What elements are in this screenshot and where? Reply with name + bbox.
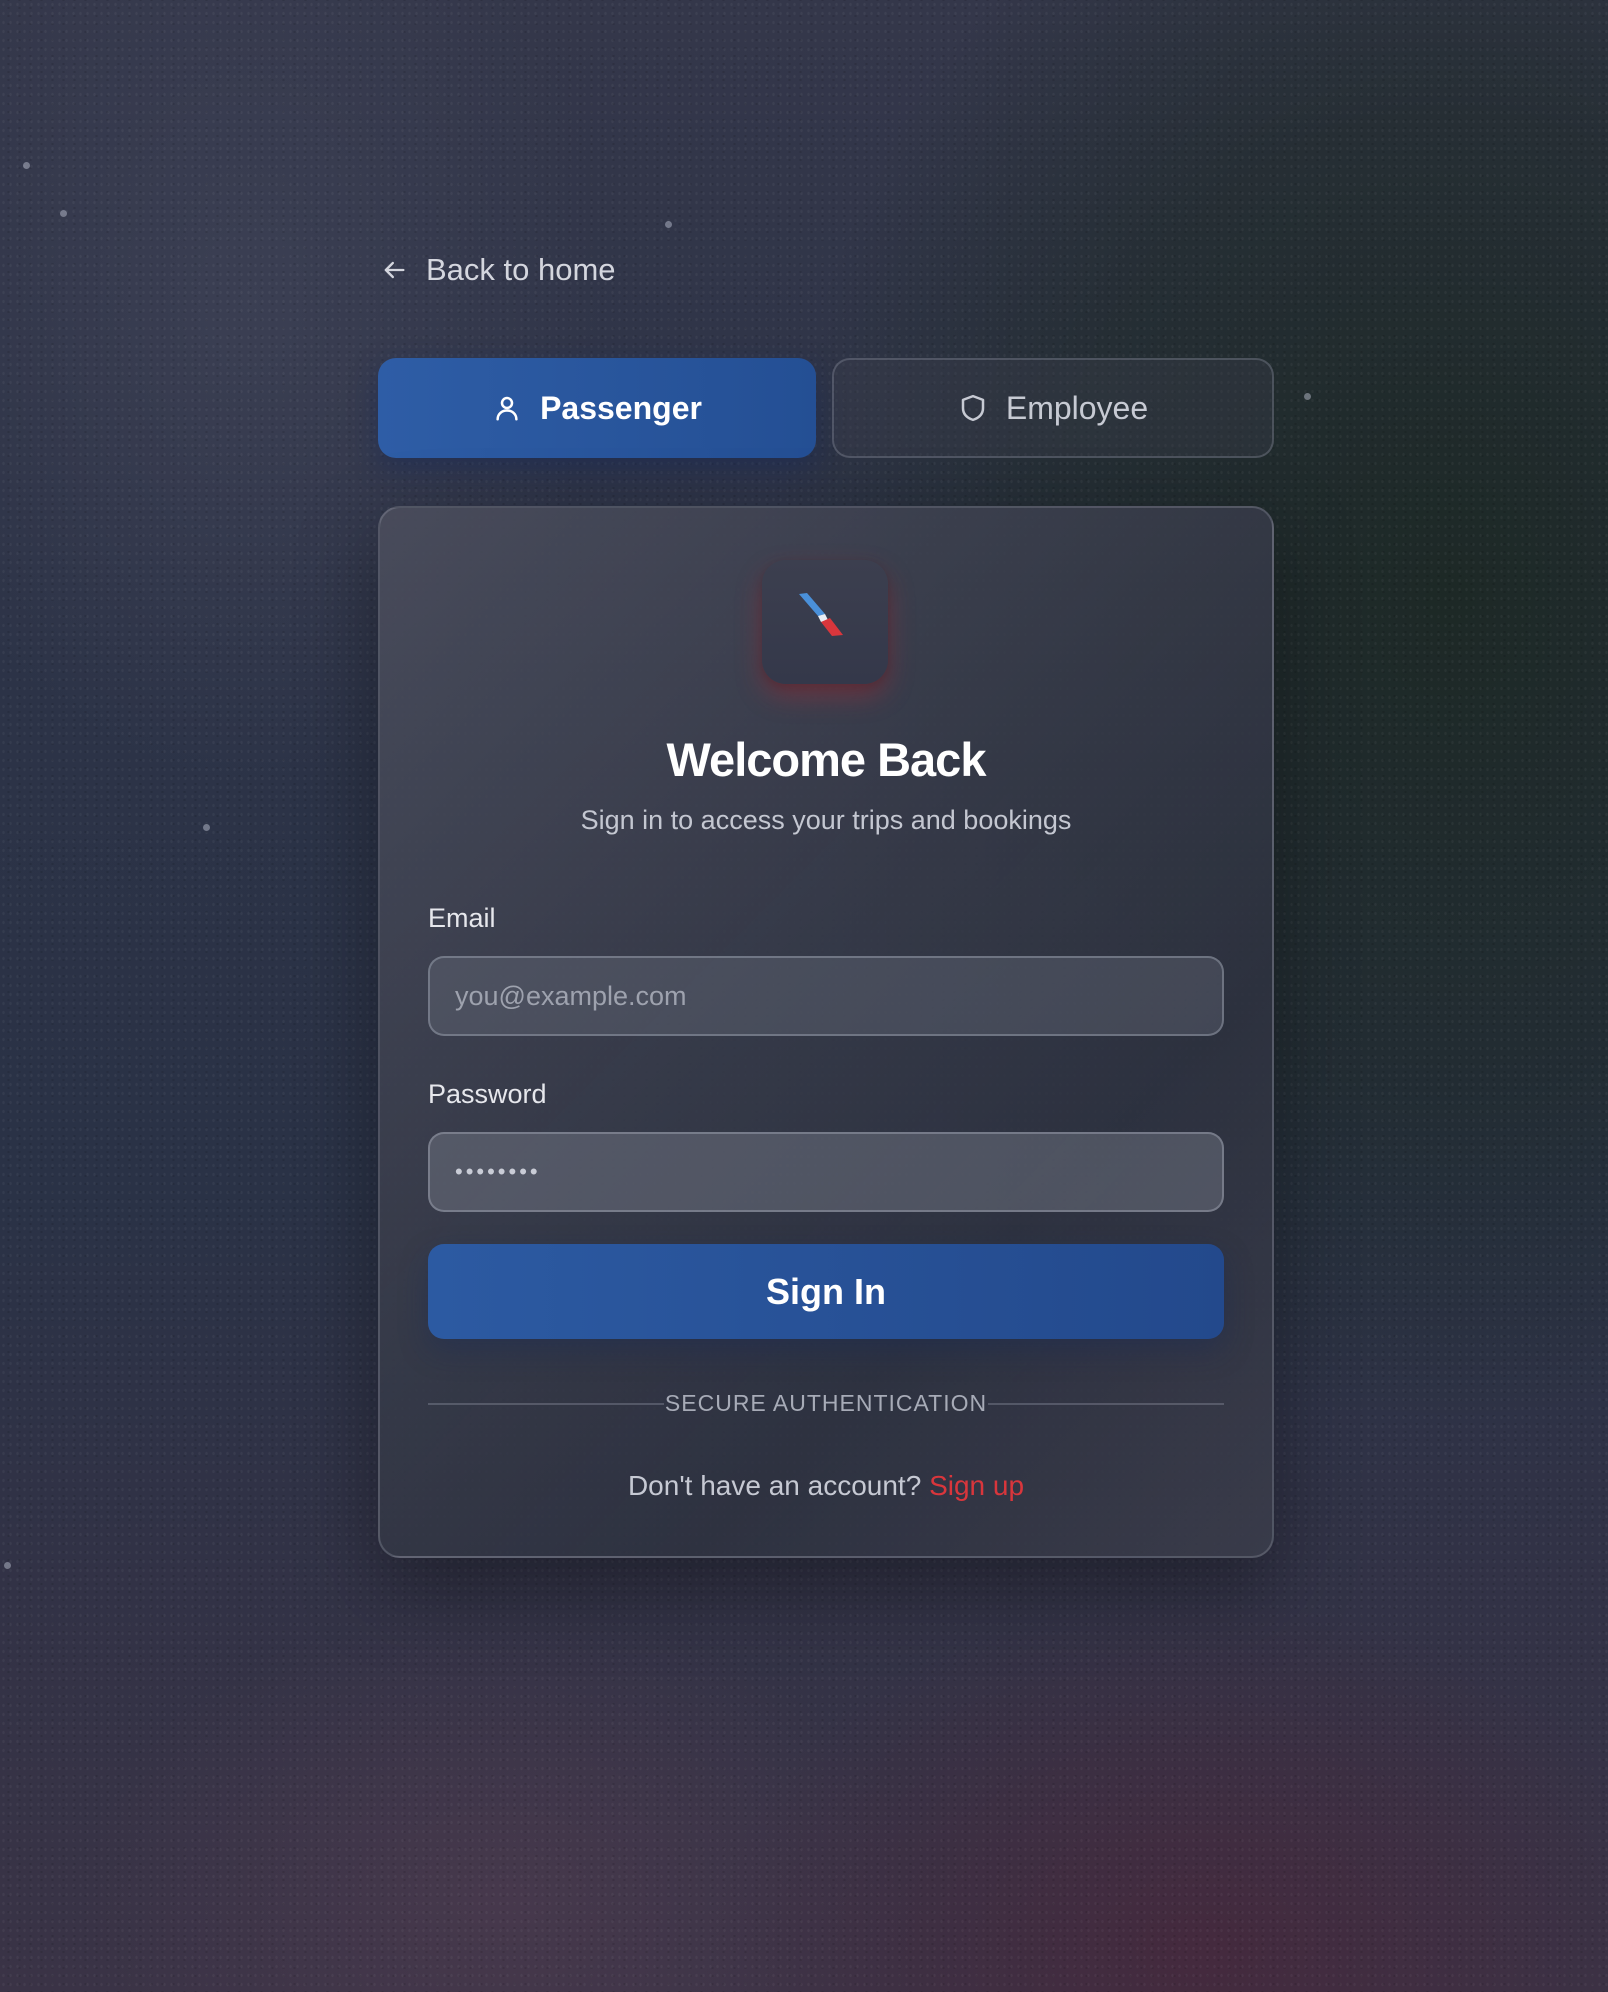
back-to-home-label: Back to home xyxy=(426,252,616,287)
password-masked-value: •••••••• xyxy=(455,1159,541,1184)
signup-prompt: Don't have an account? xyxy=(627,1470,922,1501)
sign-in-label: Sign In xyxy=(766,1270,886,1312)
signup-link[interactable]: Sign up xyxy=(929,1470,1024,1501)
logo-badge xyxy=(762,560,888,684)
user-icon xyxy=(496,396,518,421)
background-dot xyxy=(23,162,30,169)
background-dot xyxy=(4,1562,11,1569)
tab-employee-label: Employee xyxy=(1005,389,1149,426)
shield-icon xyxy=(961,394,985,422)
tab-employee[interactable]: Employee xyxy=(832,358,1274,458)
password-label: Password xyxy=(428,1079,547,1109)
page-subtitle: Sign in to access your trips and booking… xyxy=(580,805,1072,835)
signup-row: Don't have an account? Sign up xyxy=(378,1470,1274,1502)
airline-logo-icon xyxy=(799,593,843,636)
email-label: Email xyxy=(428,903,496,933)
sign-in-button[interactable]: Sign In xyxy=(428,1244,1224,1339)
background-dot xyxy=(203,824,210,831)
page-title: Welcome Back xyxy=(666,733,987,786)
tab-passenger-label: Passenger xyxy=(540,389,702,426)
tab-passenger[interactable]: Passenger xyxy=(378,358,816,458)
password-field[interactable]: •••••••• xyxy=(428,1132,1224,1212)
background-dot xyxy=(1304,393,1311,400)
arrow-left-icon xyxy=(384,261,405,279)
email-field[interactable] xyxy=(428,956,1224,1036)
background-dot xyxy=(665,221,672,228)
background-dot xyxy=(60,210,67,217)
back-to-home-link[interactable]: Back to home xyxy=(380,250,616,290)
secure-auth-divider-text: SECURE AUTHENTICATION xyxy=(664,1390,988,1416)
